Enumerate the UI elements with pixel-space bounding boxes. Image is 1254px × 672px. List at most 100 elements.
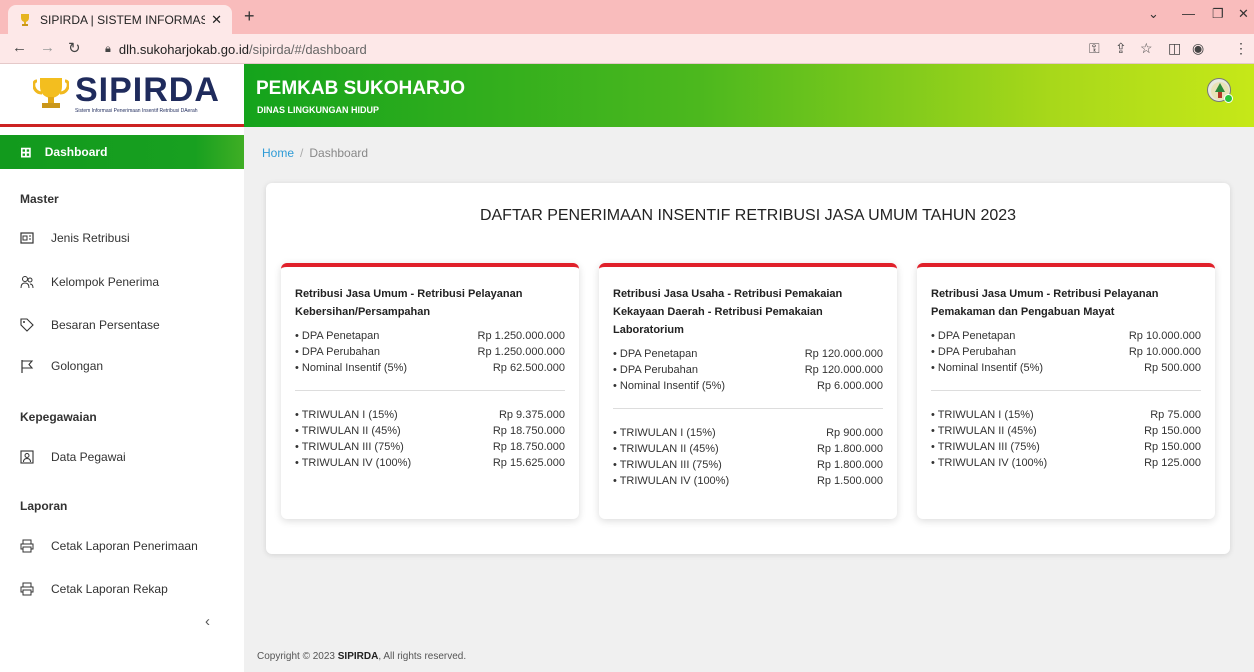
breadcrumb-separator: /	[300, 146, 304, 160]
browser-tab[interactable]: SIPIRDA | SISTEM INFORMASI PE ✕	[8, 5, 232, 34]
card-divider	[613, 408, 883, 409]
logo-name: SIPIRDA	[75, 71, 220, 109]
card-row: • TRIWULAN I (15%) Rp 900.000	[613, 425, 883, 441]
row-value: Rp 150.000	[1144, 441, 1201, 453]
url-path: /sipirda/#/dashboard	[248, 42, 367, 57]
card-title: Retribusi Jasa Umum - Retribusi Pelayana…	[931, 288, 1159, 318]
bookmark-star-icon[interactable]: ☆	[1140, 40, 1153, 57]
card-row: • Nominal Insentif (5%) Rp 62.500.000	[295, 360, 565, 376]
row-value: Rp 1.800.000	[816, 443, 883, 455]
app-logo[interactable]: SIPIRDA Sistem Informasi Penerimaan Inse…	[0, 64, 244, 127]
card-title: Retribusi Jasa Umum - Retribusi Pelayana…	[295, 288, 523, 318]
close-tab-icon[interactable]: ✕	[211, 12, 222, 28]
address-bar: ← → ↻ 🔒︎ dlh.sukoharjokab.go.id/sipirda/…	[0, 34, 1254, 64]
close-window-icon[interactable]: ✕	[1238, 6, 1249, 22]
profile-avatar-icon[interactable]: ◉	[1192, 40, 1204, 57]
flag-icon	[20, 359, 34, 373]
card-divider	[295, 390, 565, 391]
row-label: • Nominal Insentif (5%)	[295, 362, 408, 374]
sidebar-item-label: Cetak Laporan Penerimaan	[51, 539, 198, 553]
card-row: • TRIWULAN II (45%) Rp 1.800.000	[613, 441, 883, 457]
row-value: Rp 125.000	[1144, 457, 1201, 469]
sidebar-item-jenis-retribusi[interactable]: Jenis Retribusi	[20, 231, 130, 245]
row-value: Rp 1.500.000	[816, 475, 883, 487]
row-label: • DPA Perubahan	[613, 364, 698, 376]
card-row: • DPA Perubahan Rp 10.000.000	[931, 344, 1201, 360]
row-value: Rp 18.750.000	[492, 441, 565, 453]
row-label: • TRIWULAN I (15%)	[613, 427, 716, 439]
footer-brand: SIPIRDA	[337, 651, 379, 662]
sidepanel-icon[interactable]: ◫	[1168, 40, 1181, 57]
reload-icon[interactable]: ↻	[68, 39, 81, 57]
breadcrumb-home-link[interactable]: Home	[262, 146, 294, 160]
row-value: Rp 10.000.000	[1128, 346, 1201, 358]
sidebar-section-kepegawaian: Kepegawaian	[20, 410, 97, 424]
footer-suffix: , All rights reserved.	[378, 651, 467, 662]
menu-kebab-icon[interactable]: ⋮	[1234, 40, 1248, 57]
row-label: • TRIWULAN III (75%)	[931, 441, 1040, 453]
row-value: Rp 62.500.000	[492, 362, 565, 374]
sidebar-item-cetak-laporan-rekap[interactable]: Cetak Laporan Rekap	[20, 582, 168, 596]
chevron-down-icon[interactable]: ⌄	[1148, 6, 1159, 22]
card-row: • TRIWULAN I (15%) Rp 75.000	[931, 407, 1201, 423]
sidebar-item-kelompok-penerima[interactable]: Kelompok Penerima	[20, 275, 159, 289]
header-title: PEMKAB SUKOHARJO	[256, 78, 466, 99]
retribusi-card: Retribusi Jasa Usaha - Retribusi Pemakai…	[599, 263, 897, 519]
sidebar-item-cetak-laporan-penerimaan[interactable]: Cetak Laporan Penerimaan	[20, 539, 198, 553]
card-row: • DPA Perubahan Rp 120.000.000	[613, 362, 883, 378]
key-icon[interactable]: ⚿	[1089, 40, 1100, 57]
row-label: • TRIWULAN IV (100%)	[613, 475, 730, 487]
row-label: • Nominal Insentif (5%)	[931, 362, 1044, 374]
card-title: Retribusi Jasa Usaha - Retribusi Pemakai…	[613, 288, 843, 336]
footer-prefix: Copyright © 2023	[257, 651, 338, 662]
forward-icon[interactable]: →	[40, 39, 55, 56]
url-field[interactable]: 🔒︎ dlh.sukoharjokab.go.id/sipirda/#/dash…	[105, 39, 1080, 60]
top-header: PEMKAB SUKOHARJO DINAS LINGKUNGAN HIDUP	[244, 64, 1254, 127]
breadcrumb-current: Dashboard	[309, 146, 369, 160]
trophy-logo-icon	[33, 78, 69, 108]
row-label: • TRIWULAN I (15%)	[295, 409, 398, 421]
card-row: • TRIWULAN IV (100%) Rp 125.000	[931, 455, 1201, 471]
grid-icon: ⊞	[20, 143, 32, 160]
collapse-sidebar-icon[interactable]: ‹	[205, 613, 210, 630]
tag-icon	[20, 318, 34, 332]
logo-tagline: Sistem Informasi Penerimaan Insentif Ret…	[75, 108, 198, 114]
row-label: • TRIWULAN IV (100%)	[295, 457, 412, 469]
card-row: • TRIWULAN IV (100%) Rp 1.500.000	[613, 473, 883, 489]
footer-copyright: Copyright © 2023 SIPIRDA, All rights res…	[257, 651, 466, 662]
minimize-icon[interactable]: —	[1182, 6, 1195, 21]
sidebar-item-golongan[interactable]: Golongan	[20, 359, 103, 373]
restore-icon[interactable]: ❐	[1212, 6, 1224, 22]
row-label: • DPA Perubahan	[295, 346, 380, 358]
row-value: Rp 120.000.000	[804, 348, 883, 360]
sidebar-item-dashboard[interactable]: ⊞ Dashboard	[0, 135, 244, 169]
dashboard-panel: DAFTAR PENERIMAAN INSENTIF RETRIBUSI JAS…	[266, 183, 1230, 554]
row-label: • Nominal Insentif (5%)	[613, 380, 726, 392]
share-icon[interactable]: ⇪	[1115, 40, 1127, 57]
lock-icon: 🔒︎	[105, 43, 111, 55]
sidebar-item-label: Golongan	[51, 359, 104, 373]
sidebar-item-label: Kelompok Penerima	[51, 275, 160, 289]
row-value: Rp 9.375.000	[498, 409, 565, 421]
sidebar-section-master: Master	[20, 192, 59, 206]
row-value: Rp 1.250.000.000	[477, 330, 565, 342]
card-row: • TRIWULAN III (75%) Rp 1.800.000	[613, 457, 883, 473]
row-label: • DPA Penetapan	[931, 330, 1016, 342]
retribusi-card: Retribusi Jasa Umum - Retribusi Pelayana…	[917, 263, 1215, 519]
row-label: • TRIWULAN III (75%)	[613, 459, 722, 471]
card-row: • Nominal Insentif (5%) Rp 6.000.000	[613, 378, 883, 394]
user-avatar[interactable]	[1207, 78, 1233, 103]
card-row: • DPA Penetapan Rp 10.000.000	[931, 328, 1201, 344]
sidebar-item-label: Cetak Laporan Rekap	[51, 582, 168, 596]
new-tab-icon[interactable]: +	[244, 6, 255, 27]
sidebar-item-besaran-persentase[interactable]: Besaran Persentase	[20, 318, 160, 332]
trophy-favicon-icon	[18, 13, 32, 27]
row-value: Rp 75.000	[1150, 409, 1201, 421]
back-icon[interactable]: ←	[12, 39, 27, 56]
row-label: • TRIWULAN I (15%)	[931, 409, 1034, 421]
sidebar: ⊞ Dashboard Master Jenis Retribusi Kelom…	[0, 127, 244, 672]
sidebar-item-label: Jenis Retribusi	[51, 231, 130, 245]
row-label: • DPA Penetapan	[295, 330, 380, 342]
sidebar-item-data-pegawai[interactable]: Data Pegawai	[20, 450, 126, 464]
retribusi-card: Retribusi Jasa Umum - Retribusi Pelayana…	[281, 263, 579, 519]
